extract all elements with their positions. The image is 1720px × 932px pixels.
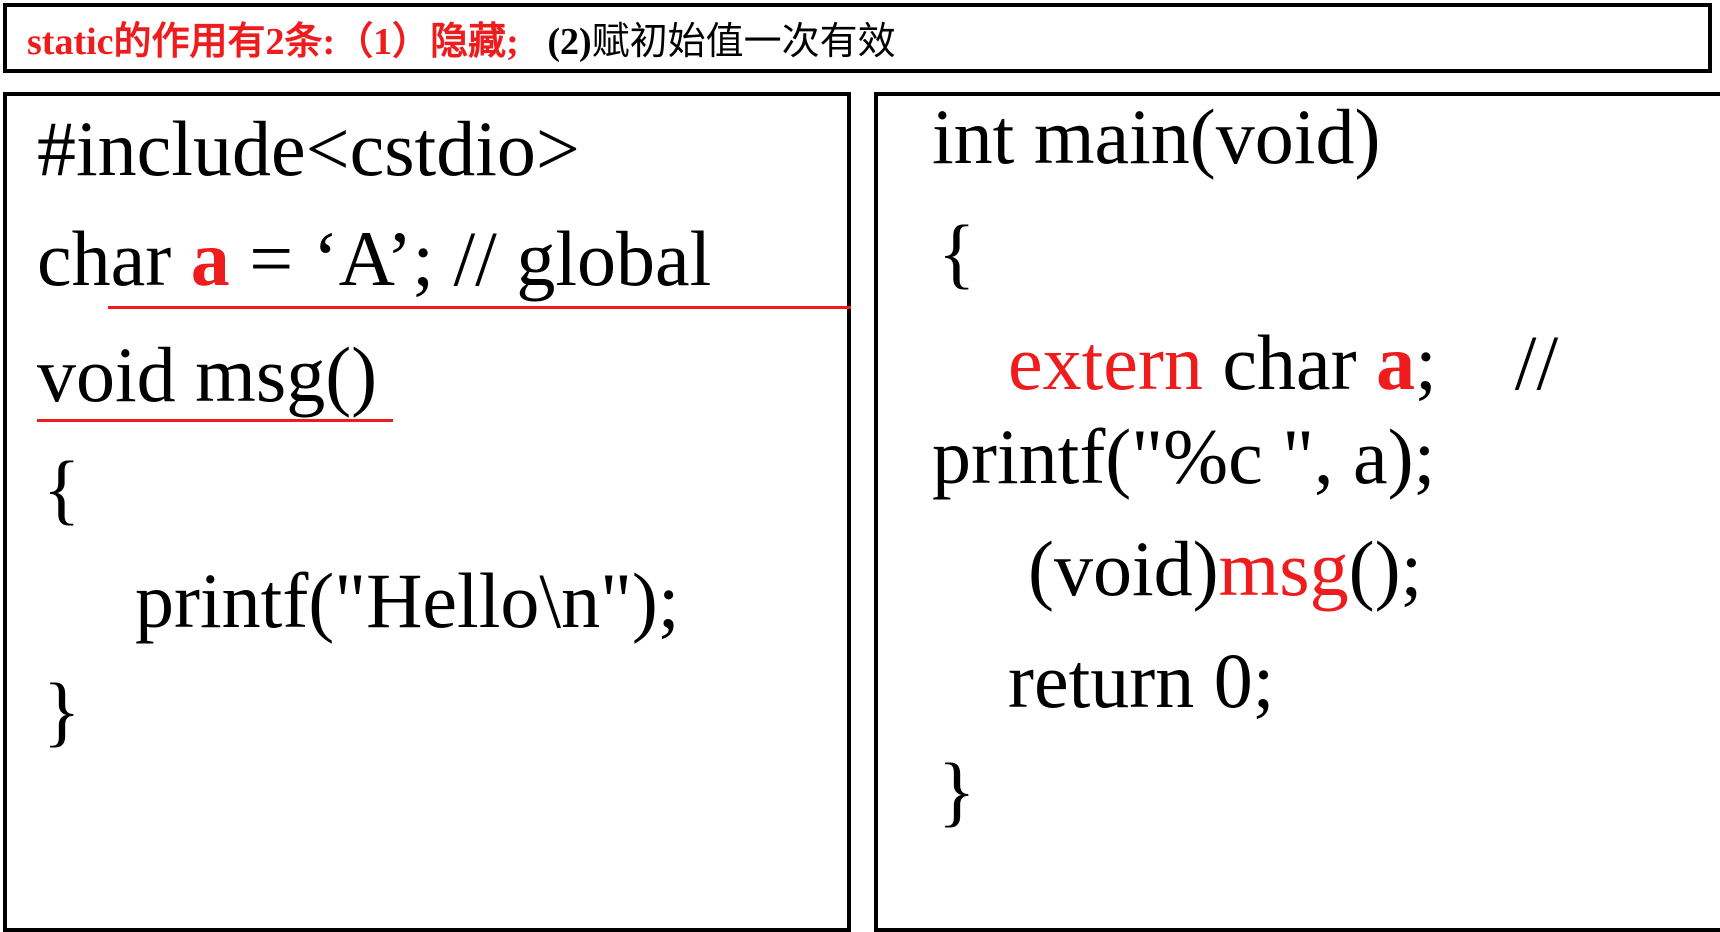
code-extern-keyword: extern xyxy=(1008,319,1203,406)
code-global-var: a xyxy=(190,215,230,302)
title-box: static的作用有2条:（1）隐藏; (2)赋初始值一次有效 xyxy=(3,3,1712,73)
code-main-open-brace: { xyxy=(938,209,976,296)
code-return: return 0; xyxy=(1008,637,1275,724)
right-code-panel: int main(void) { extern char a; // print… xyxy=(874,92,1720,932)
code-global-suffix: = ‘A’; // global xyxy=(229,215,712,302)
code-call-prefix: (void) xyxy=(1028,525,1219,612)
code-extern-mid: char xyxy=(1202,319,1377,406)
code-call-fn: msg xyxy=(1218,525,1349,612)
code-printf-hello: printf("Hello\n"); xyxy=(135,557,680,644)
code-main-close-brace: } xyxy=(938,747,976,834)
slide-title: static的作用有2条:（1）隐藏; (2)赋初始值一次有效 xyxy=(27,20,896,64)
global-underline xyxy=(108,306,851,309)
code-extern-decl: extern char a; // xyxy=(1008,318,1558,408)
code-call-msg: (void)msg(); xyxy=(1028,524,1422,614)
title-part-3: 赋初始值一次有效 xyxy=(591,21,896,63)
left-code-panel: #include<cstdio> char a = ‘A’; // global… xyxy=(3,92,851,932)
code-extern-var: a xyxy=(1376,319,1416,406)
code-extern-suffix: ; // xyxy=(1415,319,1559,406)
msg-underline xyxy=(37,419,393,422)
code-open-brace: { xyxy=(43,445,81,532)
code-call-suffix: (); xyxy=(1348,525,1423,612)
code-msg-signature: void msg() xyxy=(37,331,378,418)
title-part-2: (2) xyxy=(547,21,592,63)
code-main-signature: int main(void) xyxy=(932,93,1381,180)
title-part-1: static的作用有2条:（1）隐藏; xyxy=(27,21,519,63)
code-include: #include<cstdio> xyxy=(37,105,580,192)
code-global-decl: char a = ‘A’; // global xyxy=(37,214,711,304)
code-printf-a: printf("%c ", a); xyxy=(932,413,1436,500)
code-close-brace: } xyxy=(43,667,81,754)
code-global-prefix: char xyxy=(37,215,191,302)
